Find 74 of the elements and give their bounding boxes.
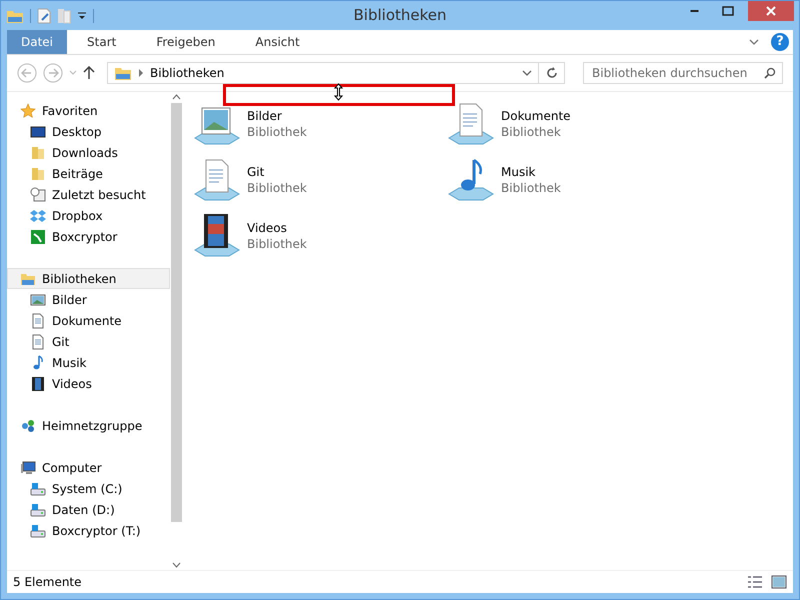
ribbon-tab[interactable]: Start [67,30,136,54]
details-view-icon[interactable] [747,575,763,589]
search-icon [764,67,776,79]
ribbon-tab[interactable]: Ansicht [235,30,320,54]
nav-item[interactable]: Desktop [7,121,170,142]
nav-item[interactable]: Videos [7,373,170,394]
library-item[interactable]: Bilder Bibliothek [193,100,447,148]
star-icon [20,102,36,118]
minimize-icon [690,10,698,12]
address-path: Bibliotheken [150,66,224,80]
nav-item[interactable]: Daten (D:) [7,499,170,520]
nav-item[interactable]: Dropbox [7,205,170,226]
nav-item[interactable]: Beiträge [7,163,170,184]
computer-icon [20,460,36,476]
library-type: Bibliothek [247,125,307,139]
document-icon [30,312,46,328]
nav-item[interactable]: Musik [7,352,170,373]
drive-icon [30,502,46,518]
library-name: Git [247,165,266,179]
monitor-icon [30,124,46,140]
resize-cursor-icon [334,83,343,101]
scroll-down-icon[interactable] [172,562,181,568]
nav-item[interactable]: Boxcryptor [7,226,170,247]
library-name: Bilder [247,109,283,123]
maximize-icon [722,6,734,16]
nav-item[interactable]: Dokumente [7,310,170,331]
nav-item[interactable]: System (C:) [7,478,170,499]
nav-item[interactable]: Zuletzt besucht [7,184,170,205]
library-name: Videos [247,221,288,235]
close-icon [766,6,776,16]
dropdown-arrow-icon[interactable] [77,10,87,20]
item-count: 5 Elemente [13,575,82,589]
nav-item[interactable]: Favoriten [7,100,170,121]
nav-item[interactable]: Computer [7,457,170,478]
expand-ribbon-icon[interactable] [749,38,759,46]
nav-item[interactable]: Heimnetzgruppe [7,415,170,436]
library-item[interactable]: Musik Bibliothek [447,156,701,204]
document-icon [30,334,46,350]
library-type: Bibliothek [247,181,307,195]
film-icon [30,376,46,392]
nav-item[interactable]: Boxcryptor (T:) [7,520,170,541]
library-name: Musik [501,165,536,179]
nav-item[interactable]: Downloads [7,142,170,163]
chevron-right-icon[interactable] [138,69,144,77]
close-button[interactable] [748,1,794,21]
refresh-icon [546,66,558,80]
folder-icon [30,166,46,182]
address-bar[interactable]: Bibliotheken [107,62,539,84]
library-item[interactable]: Videos Bibliothek [193,212,447,260]
large-icons-view-icon[interactable] [771,575,787,589]
picture-icon [30,292,46,308]
refresh-button[interactable] [539,62,565,84]
library-type: Bibliothek [247,237,307,251]
properties-icon[interactable] [37,8,51,24]
nav-item[interactable]: Bilder [7,289,170,310]
up-arrow-icon[interactable] [83,66,95,80]
library-item[interactable]: Dokumente Bibliothek [447,100,701,148]
library-folder-icon [114,65,132,81]
folder-icon [30,144,46,160]
help-button[interactable]: ? [771,33,789,51]
search-field[interactable]: Bibliotheken durchsuchen [583,62,783,84]
dropdown-caret-icon[interactable] [522,69,532,77]
ribbon-tab[interactable]: Freigeben [136,30,236,54]
library-type: Bibliothek [501,181,561,195]
window-title: Bibliotheken [352,6,448,24]
nav-item[interactable]: Bibliotheken [7,268,170,289]
drive-icon [30,480,46,496]
library-type: Bibliothek [501,125,562,139]
drive-icon [30,522,46,538]
library-item[interactable]: Git Bibliothek [193,156,447,204]
scrollbar[interactable] [170,92,183,570]
library-name: Dokumente [501,109,571,123]
scroll-up-icon[interactable] [172,94,181,100]
nav-item[interactable]: Git [7,331,170,352]
